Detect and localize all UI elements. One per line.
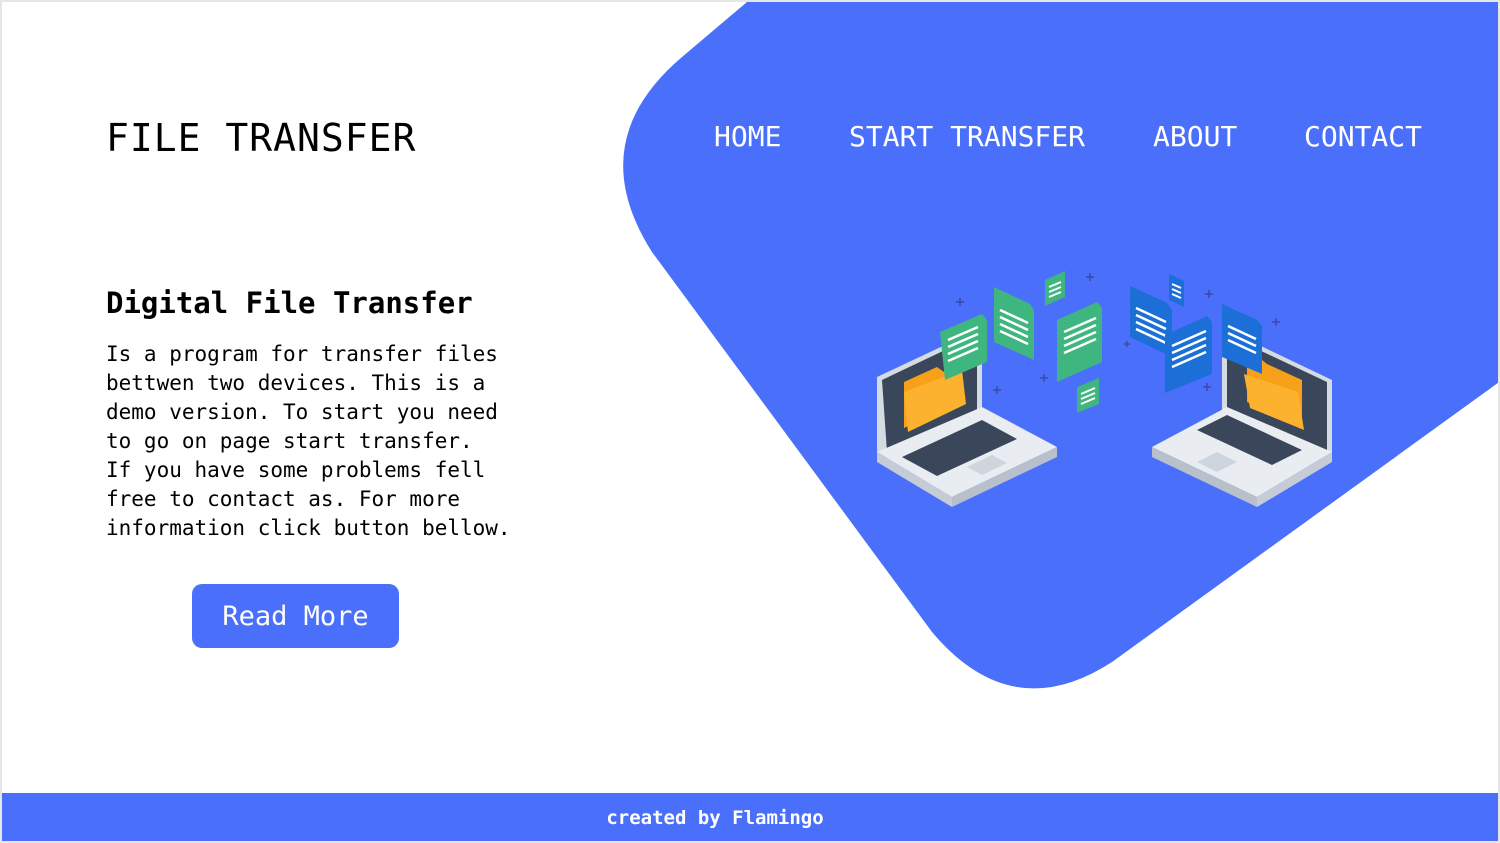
read-more-button[interactable]: Read More (192, 584, 399, 648)
document-icon (1165, 316, 1212, 393)
footer: created by Flamingo (2, 793, 1498, 841)
nav-start-transfer-link[interactable]: START TRANSFER (849, 120, 1085, 153)
file-transfer-illustration (877, 271, 1332, 507)
site-logo[interactable]: FILE TRANSFER (106, 116, 416, 160)
nav-home-link[interactable]: HOME (714, 120, 781, 153)
document-icon (1057, 302, 1102, 382)
main-nav: HOME START TRANSFER ABOUT CONTACT (712, 120, 1472, 160)
document-icon (994, 287, 1034, 360)
nav-about-link[interactable]: ABOUT (1153, 120, 1237, 153)
page: FILE TRANSFER HOME START TRANSFER ABOUT … (0, 0, 1500, 843)
document-icon (1077, 378, 1099, 413)
hero-description: Is a program for transfer files bettwen … (106, 342, 511, 540)
footer-credit: created by Flamingo (606, 807, 824, 829)
document-icon (1045, 271, 1065, 306)
hero-heading: Digital File Transfer (106, 286, 473, 320)
document-icon (1169, 274, 1184, 307)
nav-contact-link[interactable]: CONTACT (1304, 120, 1422, 153)
